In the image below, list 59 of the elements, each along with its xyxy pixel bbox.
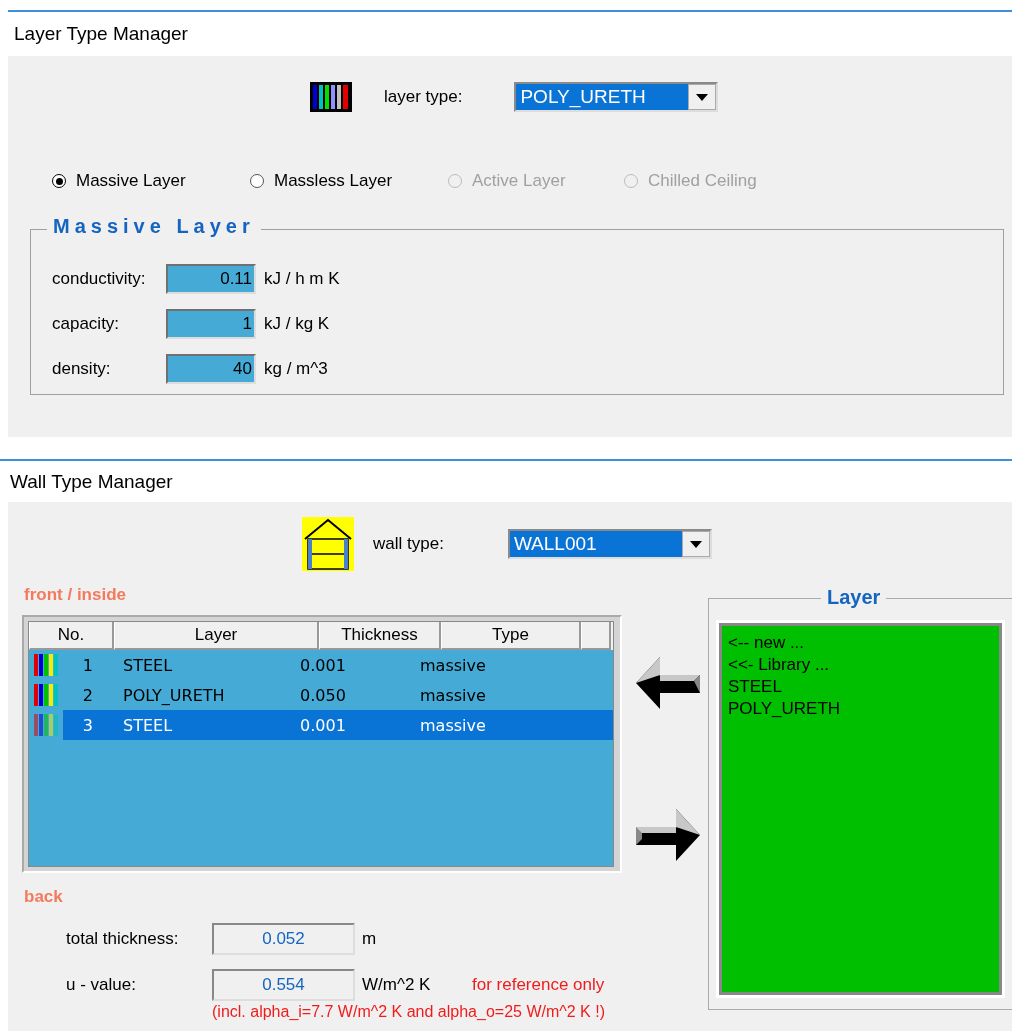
dropdown[interactable]: WALL001	[507, 529, 712, 559]
unit-label: kJ / h m K	[264, 269, 340, 289]
table-cell-text: 2	[81, 685, 93, 705]
column-header[interactable]: No.	[29, 622, 114, 650]
field-label: total thickness:	[66, 929, 180, 949]
color-stripes-icon	[33, 684, 59, 706]
unit-label: m	[362, 929, 378, 949]
footnote-text: (incl. alpha_i=7.7 W/m^2 K and alpha_o=25 W/m^2 K !)	[212, 1003, 606, 1021]
table-row[interactable]: 2 POLY_URETH 0.050 massive	[29, 680, 613, 710]
field-label: conductivity:	[52, 269, 147, 289]
radio-button[interactable]	[52, 174, 66, 188]
color-stripes-icon	[33, 654, 59, 676]
table-cell-text: 0.001	[300, 715, 347, 735]
list-item[interactable]: <<- Library ...	[728, 654, 993, 676]
table-row[interactable]: 1 STEEL 0.001 massive	[29, 650, 613, 680]
input-field[interactable]: 0.11	[166, 264, 256, 294]
note-text: for reference only	[472, 975, 605, 995]
column-header[interactable]: Type	[441, 622, 581, 650]
field-label: wall type:	[373, 534, 444, 554]
output-field: 0.554	[212, 969, 355, 1001]
unit-label: kJ / kg K	[264, 314, 330, 334]
color-stripes-icon	[310, 82, 352, 112]
unit-label: kg / m^3	[264, 359, 328, 379]
table-cell-text: 0.001	[300, 655, 347, 675]
unit-label: W/m^2 K	[362, 975, 432, 995]
table-cell-text: massive	[420, 715, 487, 735]
field-label: capacity:	[52, 314, 121, 334]
caret-icon	[696, 93, 709, 101]
table-cell-text: POLY_URETH	[122, 685, 226, 705]
left-arrow-icon[interactable]	[636, 657, 700, 709]
radio-label[interactable]: Massive Layer	[76, 171, 186, 191]
list-item[interactable]: POLY_URETH	[728, 698, 993, 720]
radio-label[interactable]: Massless Layer	[274, 171, 393, 191]
table-cell-text: 0.050	[300, 685, 347, 705]
field-label: u - value:	[66, 975, 137, 995]
section-label: back	[24, 887, 64, 907]
field-label: density:	[52, 359, 112, 379]
right-arrow-icon[interactable]	[636, 809, 700, 861]
caret-icon	[689, 540, 702, 548]
table-cell-text: 1	[81, 655, 93, 675]
input-field[interactable]: 1	[166, 309, 256, 339]
list-item[interactable]: STEEL	[728, 676, 993, 698]
column-header[interactable]: Layer	[114, 622, 319, 650]
table-cell-text: massive	[420, 655, 487, 675]
list-item[interactable]: <-- new ...	[728, 632, 993, 654]
dropdown[interactable]: POLY_URETH	[514, 82, 719, 112]
section-label: front / inside	[24, 585, 127, 605]
table-cell-text: 3	[81, 715, 93, 735]
table-cell-text: STEEL	[122, 655, 174, 675]
table-cell-text: STEEL	[122, 715, 174, 735]
column-header[interactable]: Thickness	[319, 622, 441, 650]
input-field[interactable]: 40	[166, 354, 256, 384]
group-title: Massive Layer	[47, 215, 261, 238]
output-field: 0.052	[212, 923, 355, 955]
field-label: layer type:	[384, 87, 463, 107]
house-icon	[302, 517, 354, 571]
table-cell-text: massive	[420, 685, 487, 705]
radio-button[interactable]	[250, 174, 264, 188]
color-stripes-icon	[33, 714, 59, 736]
